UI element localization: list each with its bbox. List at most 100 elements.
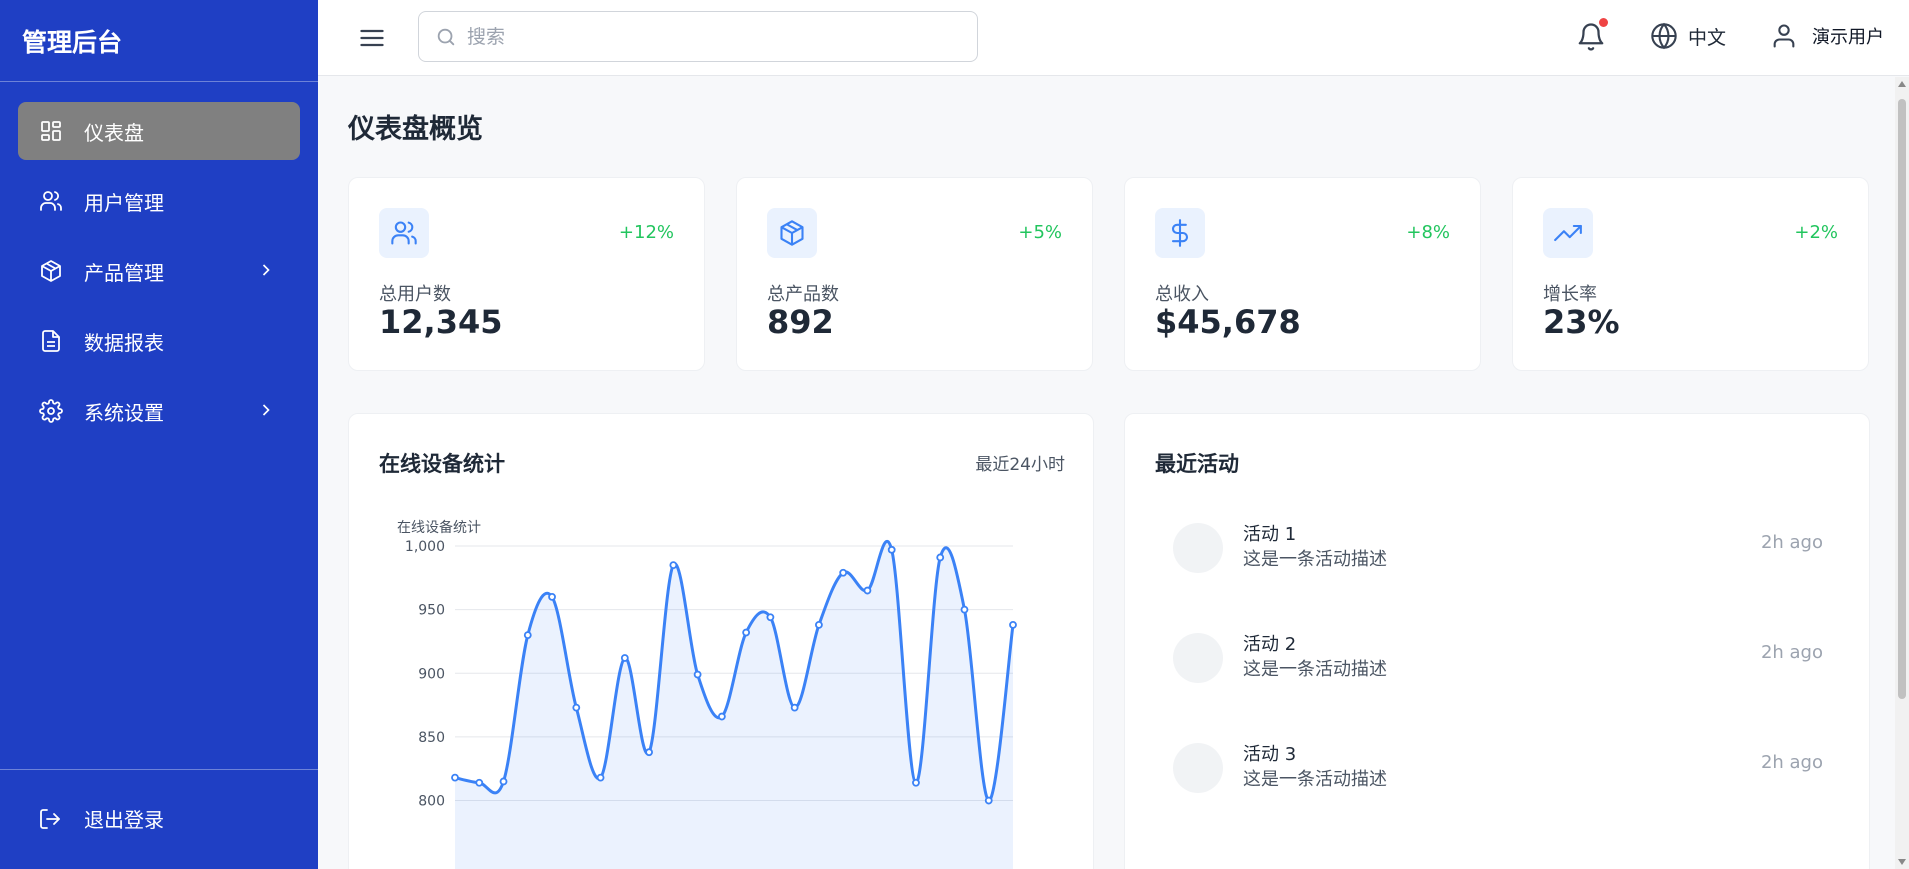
activity-time: 2h ago — [1760, 642, 1823, 663]
avatar — [1173, 523, 1223, 573]
device-line-chart: 在线设备统计 800 850 900 950 1,000 — [397, 519, 1017, 869]
data-point[interactable] — [475, 778, 484, 787]
scroll-down-arrow[interactable] — [1898, 859, 1906, 865]
avatar — [1173, 743, 1223, 793]
search-input[interactable] — [467, 25, 947, 48]
package-icon — [767, 208, 817, 258]
y-tick-label: 900 — [418, 666, 445, 682]
y-tick-label: 800 — [418, 794, 445, 810]
sidebar-item-reports[interactable]: 数据报表 — [18, 312, 300, 370]
document-icon — [38, 328, 64, 354]
data-point[interactable] — [839, 568, 848, 577]
y-tick-label: 1,000 — [405, 539, 445, 555]
scroll-up-arrow[interactable] — [1898, 81, 1906, 87]
dollar-icon — [1155, 208, 1205, 258]
data-point[interactable] — [451, 773, 459, 782]
avatar — [1173, 633, 1223, 683]
stat-card-products: +5% 总产品数 892 — [736, 177, 1093, 371]
activity-item[interactable]: 活动 2 这是一条活动描述 2h ago — [1173, 630, 1823, 686]
logout-label: 退出登录 — [84, 808, 164, 832]
y-tick-label: 850 — [418, 730, 445, 746]
data-point[interactable] — [766, 613, 775, 622]
recent-activity-panel: 最近活动 活动 1 这是一条活动描述 2h ago 活动 2 这是一条活动描述 … — [1124, 413, 1870, 869]
data-point[interactable] — [984, 796, 993, 805]
stat-change: +8% — [1406, 222, 1450, 243]
user-menu[interactable]: 演示用户 — [1770, 22, 1884, 50]
sidebar-item-label: 仪表盘 — [84, 120, 144, 145]
data-point[interactable] — [717, 712, 726, 721]
data-point[interactable] — [815, 621, 823, 629]
data-point[interactable] — [596, 773, 605, 782]
panel-title: 最近活动 — [1155, 452, 1239, 476]
sidebar-item-products[interactable]: 产品管理 — [18, 242, 300, 300]
gear-icon — [38, 398, 64, 424]
data-point[interactable] — [960, 605, 969, 614]
sidebar-item-dashboard[interactable]: 仪表盘 — [18, 102, 300, 160]
activity-description: 这是一条活动描述 — [1243, 659, 1387, 680]
data-point[interactable] — [1009, 621, 1017, 629]
y-tick-label: 950 — [418, 603, 445, 619]
data-point[interactable] — [669, 561, 678, 569]
dashboard-icon — [38, 118, 64, 144]
logout-button[interactable]: 退出登录 — [38, 804, 164, 833]
chevron-right-icon — [262, 404, 270, 416]
data-point[interactable] — [548, 593, 556, 601]
notification-dot — [1599, 18, 1608, 27]
sidebar-item-label: 数据报表 — [84, 330, 164, 355]
stat-value: $45,678 — [1155, 303, 1301, 341]
device-stats-panel: 在线设备统计 最近24小时 在线设备统计 800 850 900 950 1,000 — [348, 413, 1094, 869]
data-point[interactable] — [620, 654, 629, 662]
sidebar-item-label: 系统设置 — [84, 400, 164, 425]
brand-title: 管理后台 — [0, 0, 318, 82]
chart-title: 在线设备统计 — [397, 519, 481, 536]
data-point[interactable] — [887, 545, 896, 554]
main-content: 仪表盘概览 +12% 总用户数 12,345 +5% 总产品数 892 +8% … — [318, 77, 1909, 869]
data-point[interactable] — [912, 778, 920, 787]
data-point[interactable] — [790, 703, 799, 712]
chevron-right-icon — [262, 264, 270, 276]
activity-time: 2h ago — [1760, 752, 1823, 773]
user-name: 演示用户 — [1812, 27, 1884, 48]
users-icon — [38, 188, 64, 214]
page-title: 仪表盘概览 — [348, 114, 483, 145]
language-switcher[interactable]: 中文 — [1650, 22, 1726, 50]
stat-change: +12% — [618, 222, 674, 243]
data-point[interactable] — [936, 553, 945, 562]
data-point[interactable] — [742, 628, 751, 637]
users-icon — [379, 208, 429, 258]
language-label: 中文 — [1688, 26, 1727, 49]
data-point[interactable] — [572, 703, 581, 712]
stat-change: +5% — [1018, 222, 1062, 243]
scroll-thumb[interactable] — [1898, 99, 1906, 699]
trending-up-icon — [1543, 208, 1593, 258]
activity-title: 活动 1 — [1243, 524, 1297, 545]
stat-value: 12,345 — [379, 303, 503, 341]
stat-value: 23% — [1543, 303, 1620, 341]
sidebar-item-settings[interactable]: 系统设置 — [18, 382, 300, 440]
user-icon — [1773, 24, 1795, 48]
stat-value: 892 — [767, 303, 834, 341]
globe-icon — [1651, 22, 1677, 50]
activity-title: 活动 2 — [1243, 634, 1297, 655]
data-point[interactable] — [863, 586, 872, 595]
stat-card-users: +12% 总用户数 12,345 — [348, 177, 705, 371]
activity-description: 这是一条活动描述 — [1243, 549, 1387, 570]
notification-button[interactable] — [1576, 18, 1608, 52]
data-point[interactable] — [523, 631, 532, 639]
data-point[interactable] — [693, 670, 702, 679]
activity-time: 2h ago — [1760, 532, 1823, 553]
activity-title: 活动 3 — [1243, 744, 1297, 765]
data-point[interactable] — [645, 748, 653, 757]
time-range-label: 最近24小时 — [975, 455, 1065, 475]
data-point[interactable] — [499, 777, 508, 786]
scrollbar[interactable] — [1895, 77, 1909, 869]
top-header: 中文 演示用户 — [318, 0, 1909, 76]
sidebar-nav: 仪表盘 用户管理 产品管理 数据报表 系统设置 — [0, 82, 318, 472]
sidebar-item-label: 用户管理 — [84, 190, 164, 215]
sidebar-item-users[interactable]: 用户管理 — [18, 172, 300, 230]
menu-icon[interactable] — [358, 24, 386, 52]
activity-item[interactable]: 活动 1 这是一条活动描述 2h ago — [1173, 520, 1823, 576]
panel-title: 在线设备统计 — [379, 452, 505, 476]
activity-item[interactable]: 活动 3 这是一条活动描述 2h ago — [1173, 740, 1823, 796]
search-box[interactable] — [418, 11, 978, 62]
